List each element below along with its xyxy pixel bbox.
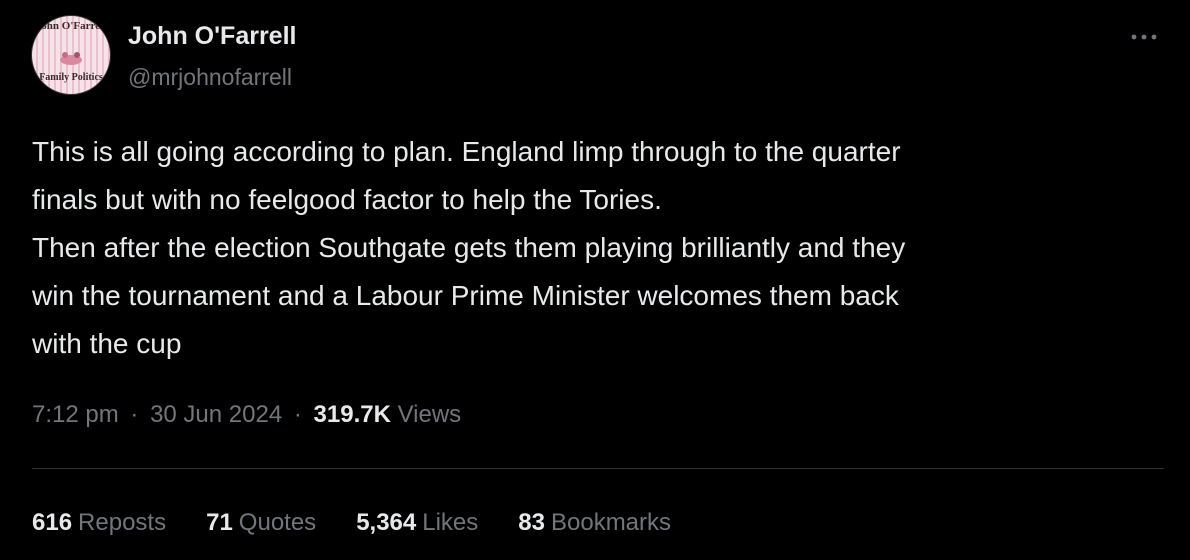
tweet-text-line: with the cup (32, 328, 182, 359)
reposts-label: Reposts (78, 509, 167, 536)
tweet-text-line: finals but with no feelgood factor to he… (32, 184, 662, 215)
bookmarks-count: 83 (518, 509, 545, 536)
avatar[interactable]: John O'Farrell Family Politics (31, 15, 111, 95)
bookmarks-stat[interactable]: 83 Bookmarks (518, 509, 671, 537)
divider (32, 468, 1164, 469)
likes-count: 5,364 (356, 509, 417, 536)
quotes-label: Quotes (238, 509, 317, 536)
tweet-date[interactable]: 30 Jun 2024 (150, 401, 282, 428)
avatar-title-top: John O'Farrell (35, 20, 107, 32)
tweet-time[interactable]: 7:12 pm (32, 401, 119, 428)
engagement-stats: 616 Reposts 71 Quotes 5,364 Likes 83 Bookmar… (32, 509, 671, 537)
tweet-text-line: This is all going according to plan. Eng… (32, 136, 901, 167)
reposts-stat[interactable]: 616 Reposts (32, 509, 166, 537)
bookmarks-label: Bookmarks (550, 509, 672, 536)
separator-dot: · (293, 401, 302, 428)
likes-label: Likes (422, 509, 479, 536)
views-label: Views (397, 401, 462, 428)
tweet-detail: John O'Farrell Family Politics John O'Fa… (0, 0, 1190, 560)
likes-stat[interactable]: 5,364 Likes (356, 509, 478, 537)
separator-dot: · (130, 401, 139, 428)
avatar-illustration-icon (60, 52, 82, 65)
views-count: 319.7K (313, 401, 391, 428)
author-handle[interactable]: @mrjohnofarrell (128, 64, 292, 91)
quotes-count: 71 (206, 509, 233, 536)
tweet-text: This is all going according to plan. Eng… (32, 128, 1162, 368)
tweet-text-line: Then after the election Southgate gets t… (32, 232, 906, 263)
tweet-meta: 7:12 pm · 30 Jun 2024 · 319.7K Views (32, 401, 461, 429)
reposts-count: 616 (32, 509, 73, 536)
quotes-stat[interactable]: 71 Quotes (206, 509, 316, 537)
more-horizontal-icon[interactable] (1126, 24, 1162, 50)
avatar-title-bottom: Family Politics (39, 72, 103, 83)
author-name[interactable]: John O'Farrell (128, 22, 296, 51)
tweet-text-line: win the tournament and a Labour Prime Mi… (32, 280, 899, 311)
